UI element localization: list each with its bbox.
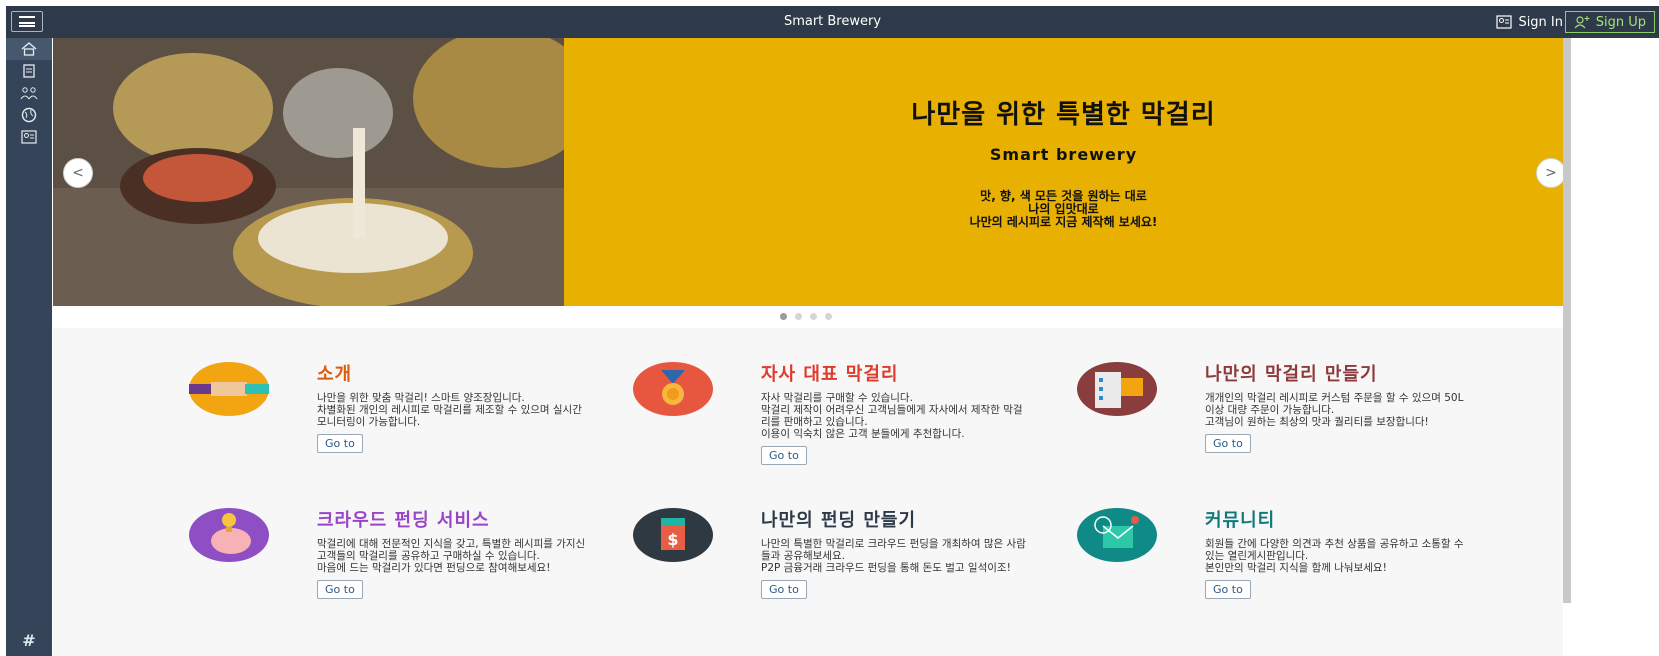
tile-title: 자사 대표 막걸리 (761, 364, 899, 385)
tile-title: 크라우드 펀딩 서비스 (317, 510, 490, 531)
tile-title: 나만의 펀딩 만들기 (761, 510, 917, 531)
hero-line-3: 나만의 레시피로 지금 제작해 보세요! (969, 215, 1158, 229)
hero-carousel: 나만을 위한 특별한 막걸리 Smart brewery 맛, 향, 색 모든 … (53, 38, 1563, 306)
document-icon (23, 64, 35, 78)
handshake-icon (189, 362, 269, 416)
go-to-button[interactable]: Go to (761, 580, 807, 599)
hamburger-icon (19, 16, 35, 27)
makgeolli-illustration (53, 38, 593, 306)
tile-title: 나만의 막걸리 만들기 (1205, 364, 1378, 385)
group-icon (20, 87, 38, 100)
carousel-prev-button[interactable]: < (63, 158, 93, 188)
services-section: 소개 나만을 위한 맞춤 막걸리! 스마트 양조장입니다. 차별화된 개인의 레… (53, 328, 1563, 656)
svg-text:$: $ (667, 530, 678, 549)
home-icon (21, 42, 37, 56)
top-bar: Smart Brewery Sign In Sign Up (6, 6, 1659, 38)
carousel-next-button[interactable]: > (1536, 158, 1563, 188)
go-to-button[interactable]: Go to (317, 580, 363, 599)
go-to-button[interactable]: Go to (1205, 580, 1251, 599)
carousel-dot[interactable] (780, 313, 787, 320)
globe-mail-icon (1077, 508, 1157, 562)
add-user-icon (1574, 16, 1590, 29)
hero-banner: 나만을 위한 특별한 막걸리 Smart brewery 맛, 향, 색 모든 … (564, 38, 1563, 306)
hero-title: 나만을 위한 특별한 막걸리 (911, 100, 1216, 130)
user-card-icon (1496, 15, 1513, 29)
sidebar-item-globe[interactable] (6, 104, 52, 126)
scrollbar[interactable] (1563, 38, 1571, 603)
tile-text: 나만을 위한 맞춤 막걸리! 스마트 양조장입니다. 차별화된 개인의 레시피로… (317, 392, 582, 428)
tile-text: 회원들 간에 다양한 의견과 추천 상품을 공유하고 소통할 수 있는 열린게시… (1205, 538, 1464, 574)
piggy-bank-icon (189, 508, 269, 562)
carousel-indicators (780, 313, 832, 320)
carousel-dot[interactable] (810, 313, 817, 320)
sign-up-button[interactable]: Sign Up (1564, 11, 1655, 33)
tile-text: 나만의 특별한 막걸리로 크라우드 펀딩을 개최하여 많은 사람들과 공유해보세… (761, 538, 1026, 574)
hero-subtitle: Smart brewery (989, 145, 1138, 164)
sidebar: # (6, 38, 52, 656)
carousel-dot[interactable] (825, 313, 832, 320)
hash-button[interactable]: # (6, 631, 52, 650)
money-icon: $ (633, 508, 713, 562)
sign-in-button[interactable]: Sign In (1496, 12, 1563, 32)
tile-text: 자사 막걸리를 구매할 수 있습니다. 막걸리 제작이 어려우신 고객님들에게 … (761, 392, 1023, 440)
user-card-icon (21, 130, 37, 144)
go-to-button[interactable]: Go to (1205, 434, 1251, 453)
checklist-icon (1077, 362, 1157, 416)
sidebar-item-group[interactable] (6, 82, 52, 104)
go-to-button[interactable]: Go to (761, 446, 807, 465)
makgeolli-photo (53, 38, 593, 306)
tile-title: 소개 (317, 364, 353, 385)
tile-text: 개개인의 막걸리 레시피로 커스텀 주문을 할 수 있으며 50L 이상 대량 … (1205, 392, 1464, 428)
hero-description: 맛, 향, 색 모든 것을 원하는 대로 나의 입맛대로 나만의 레시피로 지금… (564, 190, 1563, 229)
sidebar-item-home[interactable] (6, 38, 52, 60)
go-to-button[interactable]: Go to (317, 434, 363, 453)
sign-in-label: Sign In (1518, 14, 1563, 30)
tile-text: 막걸리에 대해 전문적인 지식을 갖고, 특별한 레시피를 가지신 고객들의 막… (317, 538, 586, 574)
medal-icon (633, 362, 713, 416)
globe-icon (21, 107, 37, 123)
sidebar-item-user-card[interactable] (6, 126, 52, 148)
app-title: Smart Brewery (783, 14, 882, 29)
menu-button[interactable] (11, 11, 43, 32)
carousel-dot[interactable] (795, 313, 802, 320)
sidebar-item-document[interactable] (6, 60, 52, 82)
sign-up-label: Sign Up (1595, 14, 1646, 30)
tile-title: 커뮤니티 (1205, 510, 1276, 531)
